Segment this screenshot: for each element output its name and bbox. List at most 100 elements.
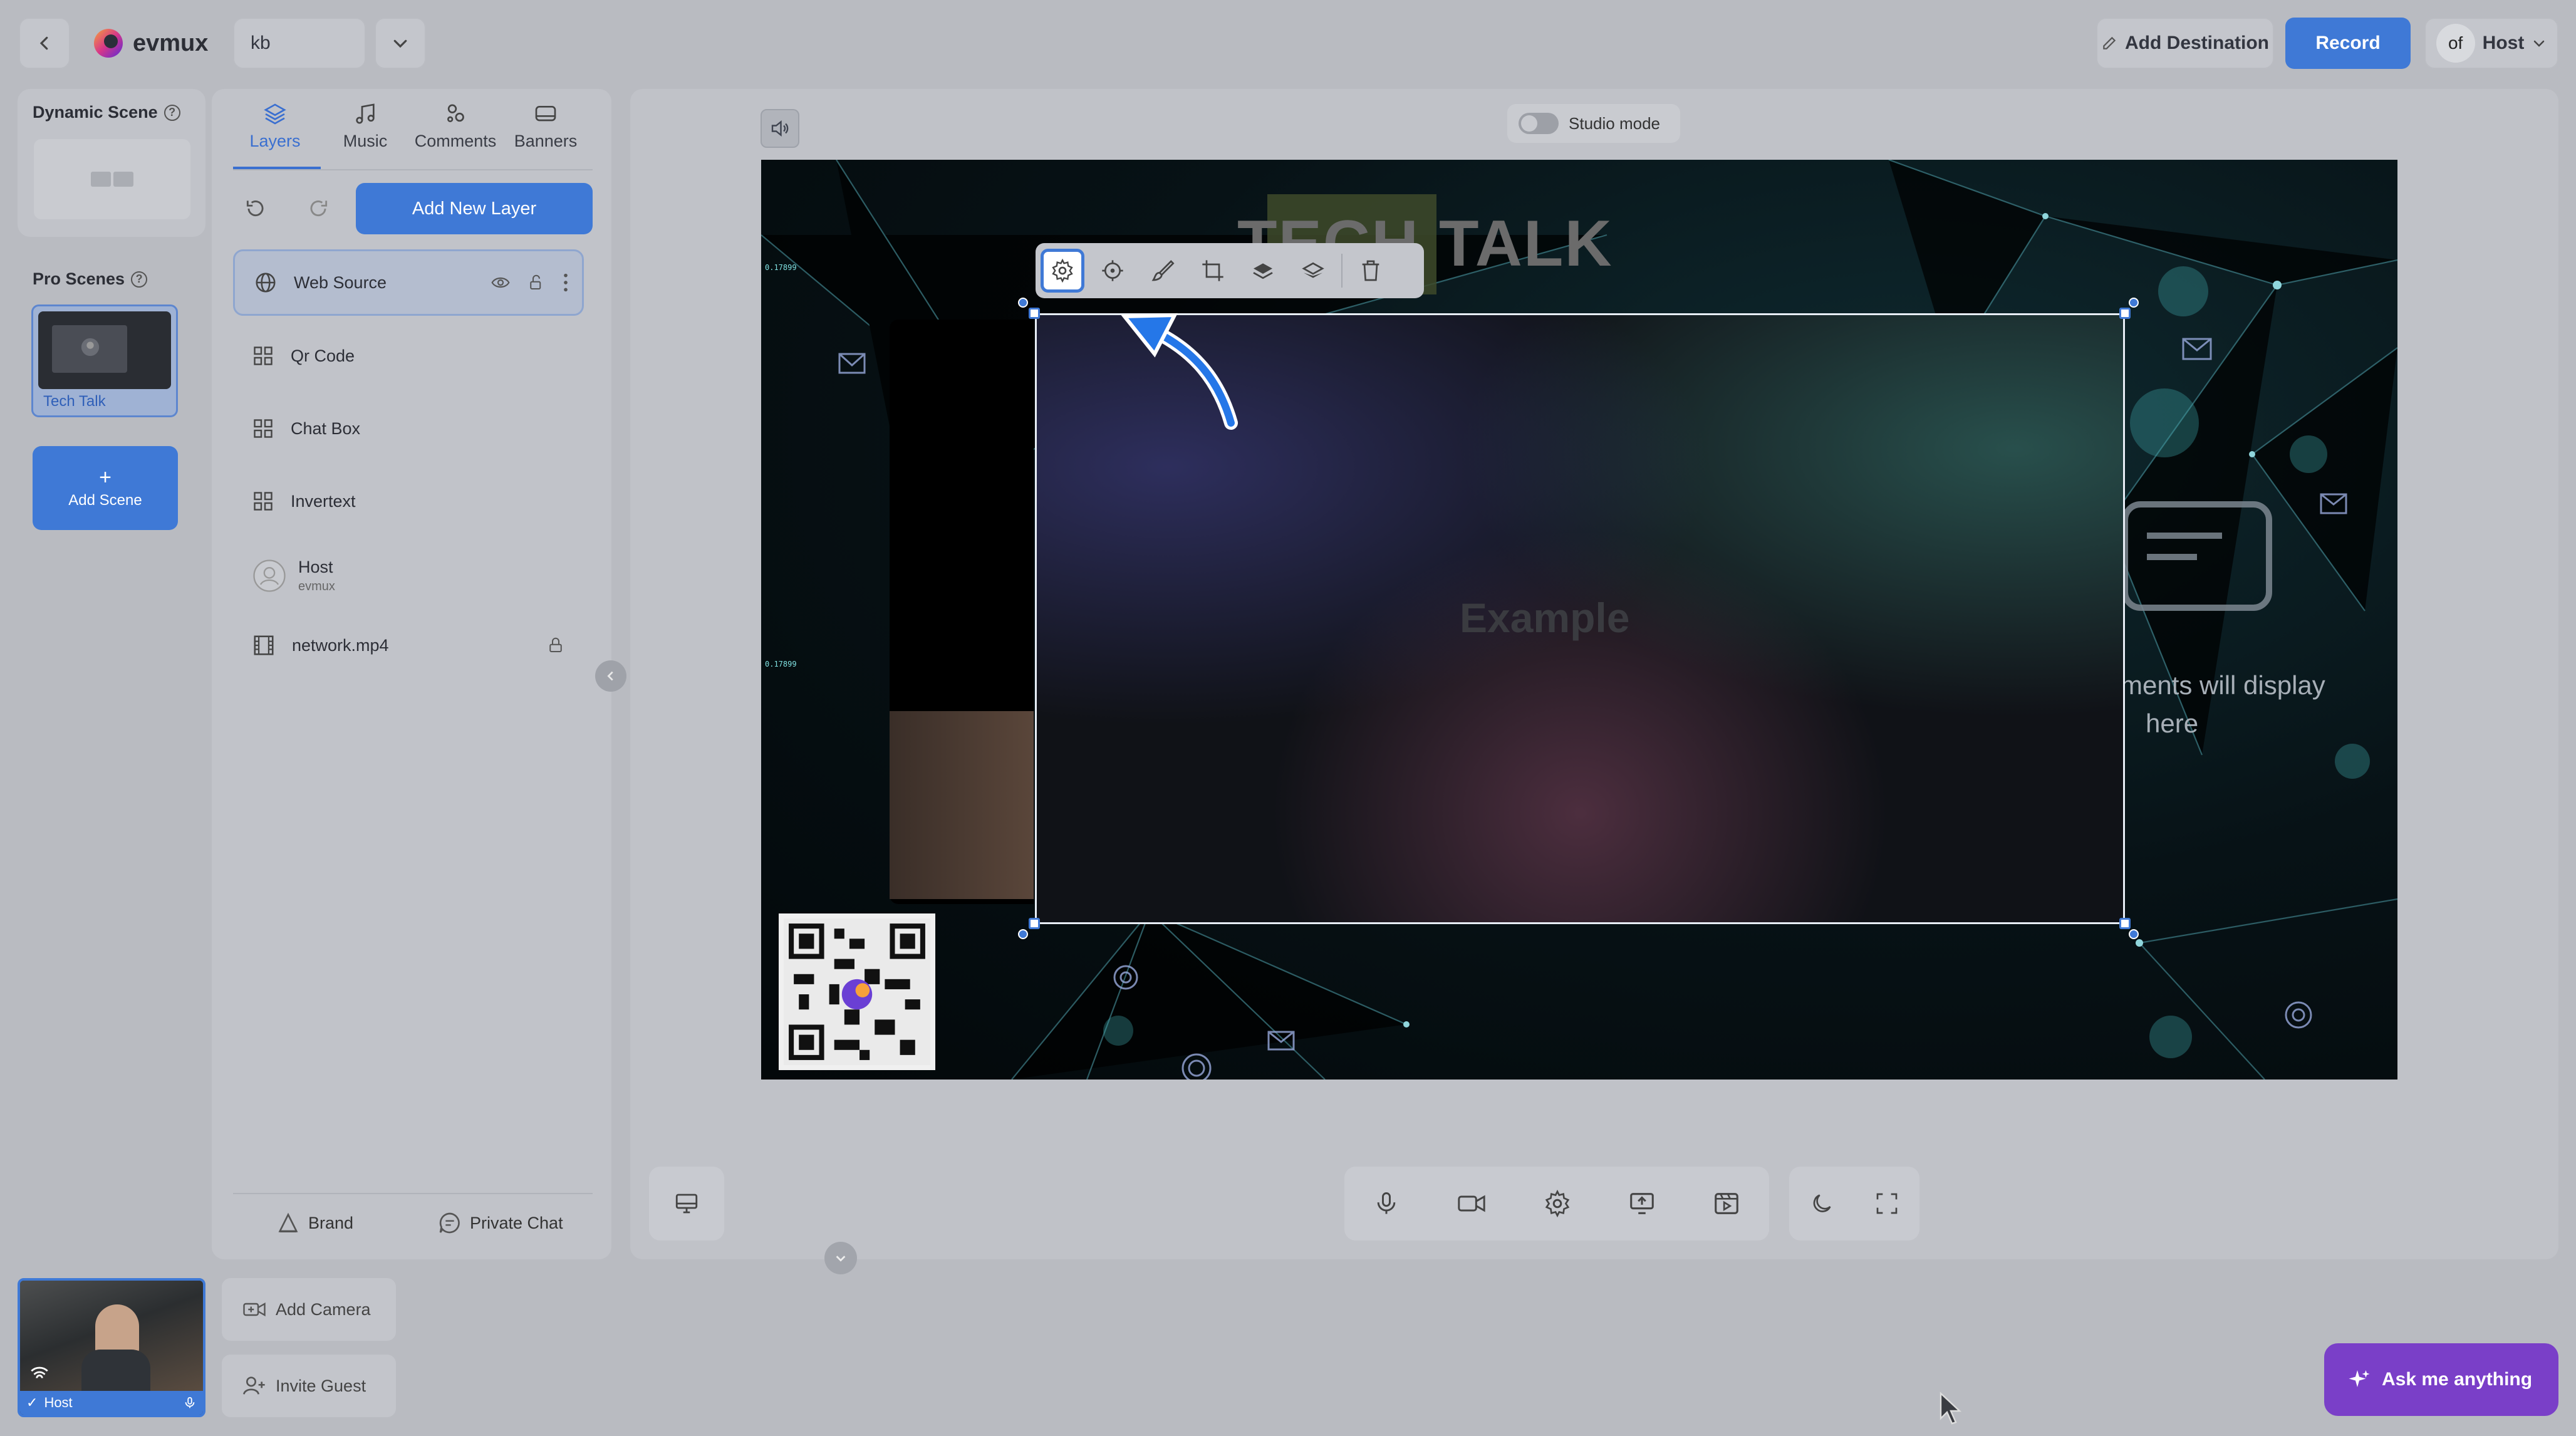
plus-icon: +: [99, 466, 112, 489]
brush-button[interactable]: [1141, 249, 1185, 293]
collapse-panel-button[interactable]: [595, 660, 626, 692]
layer-item-invertext[interactable]: Invertext: [233, 470, 584, 533]
layer-name: network.mp4: [292, 635, 389, 655]
layer-settings-button[interactable]: [1041, 249, 1084, 293]
comments-bubble-icon: [2122, 501, 2272, 611]
scene-selector[interactable]: kb: [233, 18, 366, 69]
qr-code: [779, 913, 935, 1070]
tutorial-arrow-icon: [1120, 313, 1238, 430]
host-layer-text: Host evmux: [298, 558, 335, 594]
user-menu[interactable]: of Host: [2424, 18, 2558, 69]
screen-share-icon[interactable]: [1628, 1189, 1656, 1218]
dark-mode-icon[interactable]: [1809, 1191, 1834, 1216]
brand-button[interactable]: Brand: [276, 1210, 353, 1236]
toggle-switch[interactable]: [1519, 113, 1559, 134]
evmux-logo-icon: [94, 29, 123, 58]
layer-actions: [491, 272, 569, 293]
add-destination-label: Add Destination: [2125, 33, 2269, 53]
pro-scenes-heading: Pro Scenes ?: [33, 269, 148, 289]
resize-handle[interactable]: [2119, 308, 2131, 319]
studio-mode-toggle[interactable]: Studio mode: [1507, 104, 1680, 143]
camera-host-label: Host: [44, 1395, 73, 1410]
tab-comments[interactable]: Comments: [415, 101, 496, 151]
scene-selector-value: kb: [251, 33, 271, 53]
rotate-handle[interactable]: [2129, 298, 2139, 308]
tabs-divider: [233, 169, 593, 170]
comments-placeholder-line1: ments will display: [2121, 670, 2325, 700]
camera-icon[interactable]: [1456, 1190, 1487, 1217]
toggle-knob: [1521, 115, 1537, 132]
rotate-handle[interactable]: [1018, 929, 1028, 939]
grid-icon: [254, 419, 273, 438]
pencil-icon: [2103, 36, 2116, 49]
comments-icon: [447, 104, 464, 122]
screen-layout-dock: [649, 1167, 724, 1241]
ask-me-anything-button[interactable]: Ask me anything: [2324, 1343, 2558, 1416]
back-button[interactable]: [19, 18, 70, 69]
hud-readout-1: 0.17899: [765, 263, 797, 272]
tab-music[interactable]: Music: [325, 101, 406, 151]
scene-dropdown-button[interactable]: [375, 18, 426, 69]
add-destination-button[interactable]: Add Destination: [2096, 18, 2274, 69]
layer-item-web-source[interactable]: Web Source: [233, 249, 584, 316]
audio-toggle-button[interactable]: [761, 109, 799, 148]
mouse-cursor-icon: [1940, 1392, 1962, 1425]
resize-handle[interactable]: [1029, 308, 1040, 319]
dynamic-scene-slot[interactable]: [34, 139, 190, 219]
person-silhouette: [95, 1304, 139, 1355]
layer-item-qr-code[interactable]: Qr Code: [233, 325, 584, 387]
send-backward-button[interactable]: [1291, 249, 1335, 293]
tab-comments-label: Comments: [414, 132, 497, 150]
rotate-handle[interactable]: [1018, 298, 1028, 308]
resize-handle[interactable]: [2119, 918, 2131, 929]
help-icon[interactable]: ?: [131, 271, 148, 288]
layer-item-host[interactable]: Host evmux: [233, 541, 584, 610]
redo-button[interactable]: [299, 187, 337, 231]
microphone-icon[interactable]: [183, 1396, 197, 1410]
invite-guest-button[interactable]: Invite Guest: [222, 1355, 396, 1417]
more-vertical-icon[interactable]: [562, 272, 569, 293]
eye-icon[interactable]: [491, 273, 511, 293]
stage-canvas[interactable]: 0.17899 0.17899 TECH TALK ments will dis…: [761, 160, 2397, 1080]
fullscreen-icon[interactable]: [1874, 1191, 1899, 1216]
settings-icon[interactable]: [1543, 1189, 1572, 1218]
layers-icon: [264, 103, 286, 125]
tab-banners[interactable]: Banners: [505, 101, 586, 151]
screen-layout-button[interactable]: [662, 1178, 712, 1229]
unlock-icon[interactable]: [527, 273, 546, 292]
chevron-down-icon: [393, 39, 407, 48]
delete-layer-button[interactable]: [1349, 249, 1393, 293]
bring-forward-button[interactable]: [1241, 249, 1285, 293]
bubble-line: [2147, 533, 2222, 539]
add-scene-button[interactable]: + Add Scene: [33, 446, 178, 530]
record-button[interactable]: Record: [2285, 18, 2411, 69]
private-chat-button[interactable]: Private Chat: [437, 1210, 563, 1236]
resize-handle[interactable]: [1029, 918, 1040, 929]
camera-label-bar: ✓ Host: [20, 1391, 203, 1415]
help-icon[interactable]: ?: [164, 104, 180, 121]
layer-item-chat-box[interactable]: Chat Box: [233, 397, 584, 460]
media-clip-icon[interactable]: [1712, 1189, 1741, 1218]
position-button[interactable]: [1091, 249, 1135, 293]
avatar-text: of: [2448, 33, 2463, 53]
layer-name: Host: [298, 558, 333, 576]
scene-card-tech-talk[interactable]: Tech Talk: [31, 304, 178, 417]
expand-bottom-button[interactable]: [824, 1242, 857, 1274]
microphone-icon[interactable]: [1373, 1190, 1400, 1217]
music-note-icon: [356, 103, 375, 124]
undo-button[interactable]: [237, 187, 274, 231]
add-new-layer-button[interactable]: Add New Layer: [356, 183, 593, 234]
add-camera-button[interactable]: Add Camera: [222, 1278, 396, 1341]
lock-icon[interactable]: [546, 636, 565, 655]
tab-layers[interactable]: Layers: [234, 101, 316, 151]
layer-name: Web Source: [294, 273, 387, 292]
host-camera-tile[interactable]: ✓ Host: [18, 1278, 205, 1417]
app-name: evmux: [133, 29, 209, 56]
globe-icon: [256, 273, 276, 293]
rotate-handle[interactable]: [2129, 929, 2139, 939]
banner-icon: [535, 106, 556, 122]
layer-item-network-mp4[interactable]: network.mp4: [233, 614, 584, 677]
crop-button[interactable]: [1191, 249, 1235, 293]
check-icon: ✓: [26, 1395, 38, 1410]
dynamic-scene-heading: Dynamic Scene ?: [33, 103, 180, 122]
